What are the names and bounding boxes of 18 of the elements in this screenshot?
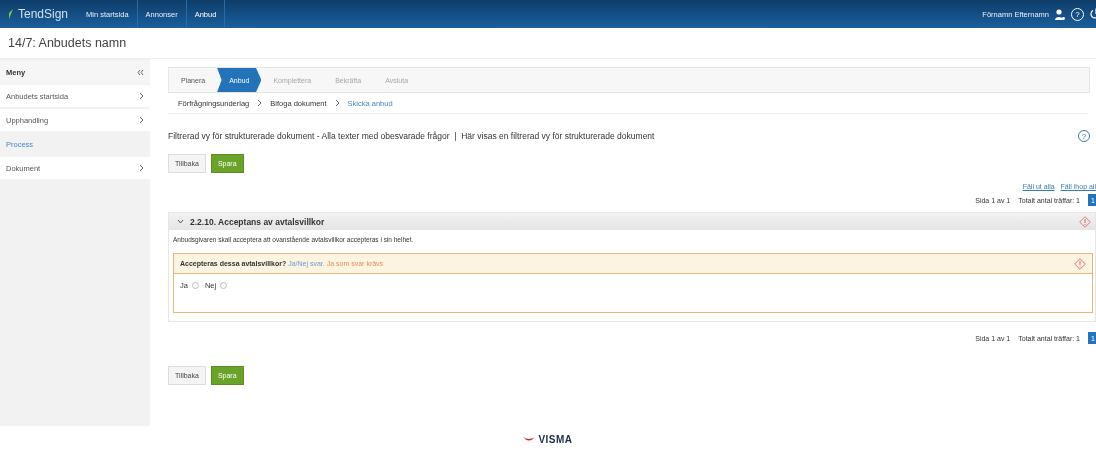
radio-button[interactable] [220, 282, 228, 289]
breadcrumb-separator-icon [257, 99, 263, 107]
user-icon[interactable] [1055, 8, 1065, 20]
power-icon[interactable] [1090, 8, 1096, 20]
breadcrumb-separator-icon [334, 99, 340, 107]
swoosh-icon [523, 436, 536, 443]
footer-logo: VISMA [538, 434, 573, 445]
section-header[interactable]: 2.2.10. Acceptans av avtalsvillkor [169, 213, 1095, 230]
brand-name: TendSign [18, 7, 69, 21]
page-title: 14/7: Anbudets namn [8, 36, 127, 50]
leaf-icon [8, 9, 14, 19]
radio-button[interactable] [191, 282, 199, 289]
collapse-icon[interactable] [137, 68, 144, 76]
filter-description: Filtrerad vy för strukturerade dokument - Alla texter med obesvarade frågor | Här visas en filtrerad vy för strukturerade dokument [168, 131, 655, 141]
warning-icon [1074, 257, 1086, 270]
section-title: 2.2.10. Acceptans av avtalsvillkor [190, 216, 325, 227]
chevron-down-icon [177, 219, 184, 224]
warning-icon [1079, 215, 1091, 228]
